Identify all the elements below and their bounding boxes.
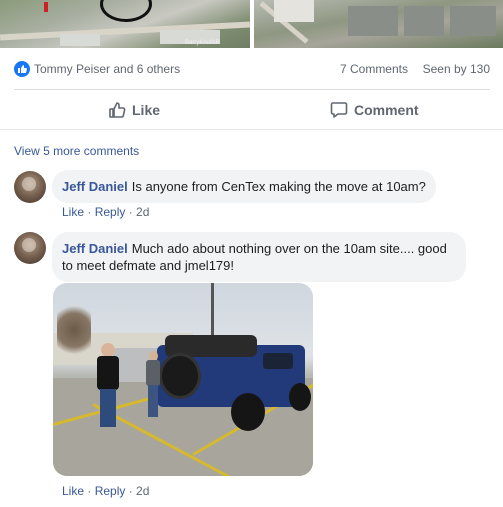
truck-wheel: [231, 393, 265, 431]
truck-wheel: [289, 383, 311, 411]
map-photo-left[interactable]: BarryKnollsR: [0, 0, 250, 48]
comment-label: Comment: [354, 102, 419, 118]
comment-bubble-icon: [330, 102, 348, 118]
view-more-comments-link[interactable]: View 5 more comments: [14, 144, 139, 158]
map-marker-icon: [44, 2, 48, 12]
comment-timestamp[interactable]: 2d: [136, 205, 149, 219]
comment-meta: Like · Reply · 2d: [62, 205, 150, 219]
comment-author[interactable]: Jeff Daniel: [62, 241, 128, 256]
like-reaction-icon[interactable]: [14, 61, 30, 77]
thumbs-up-icon: [109, 102, 126, 118]
map-building: [60, 34, 100, 46]
comment-text: Is anyone from CenTex making the move at…: [131, 179, 426, 194]
reaction-names[interactable]: Tommy Peiser and 6 others: [34, 62, 180, 76]
comment-meta: Like · Reply · 2d: [62, 484, 150, 498]
parking-lot: [450, 6, 496, 36]
comment-reply-link[interactable]: Reply: [95, 484, 126, 498]
comment-photo[interactable]: [53, 283, 313, 476]
avatar[interactable]: [14, 232, 46, 264]
map-building: [274, 0, 314, 22]
comment-timestamp[interactable]: 2d: [136, 484, 149, 498]
seen-by-count[interactable]: Seen by 130: [423, 62, 490, 76]
map-credit: BarryKnollsR: [184, 40, 220, 46]
comment-bubble: Jeff Daniel Much ado about nothing over o…: [52, 232, 466, 282]
parking-lot: [404, 6, 444, 36]
section-divider: [0, 129, 503, 130]
spare-tire: [159, 353, 201, 399]
comments-count[interactable]: 7 Comments: [340, 62, 408, 76]
divider: [14, 89, 490, 90]
person: [97, 343, 119, 427]
like-label: Like: [132, 102, 161, 118]
like-button[interactable]: Like: [108, 100, 160, 120]
truck-window: [263, 353, 293, 369]
comment-like-link[interactable]: Like: [62, 484, 84, 498]
comment-author[interactable]: Jeff Daniel: [62, 179, 128, 194]
person: [146, 351, 160, 417]
reactions-row: Tommy Peiser and 6 others 7 Comments See…: [14, 60, 490, 80]
post-photos[interactable]: BarryKnollsR: [0, 0, 503, 48]
comment-button[interactable]: Comment: [330, 100, 419, 120]
comment-like-link[interactable]: Like: [62, 205, 84, 219]
comment-bubble: Jeff Daniel Is anyone from CenTex making …: [52, 170, 436, 203]
tree: [57, 301, 91, 359]
avatar[interactable]: [14, 171, 46, 203]
comment-reply-link[interactable]: Reply: [95, 205, 126, 219]
parking-lot: [348, 6, 398, 36]
map-photo-right[interactable]: [254, 0, 503, 48]
map-circle-annotation: [100, 0, 152, 22]
